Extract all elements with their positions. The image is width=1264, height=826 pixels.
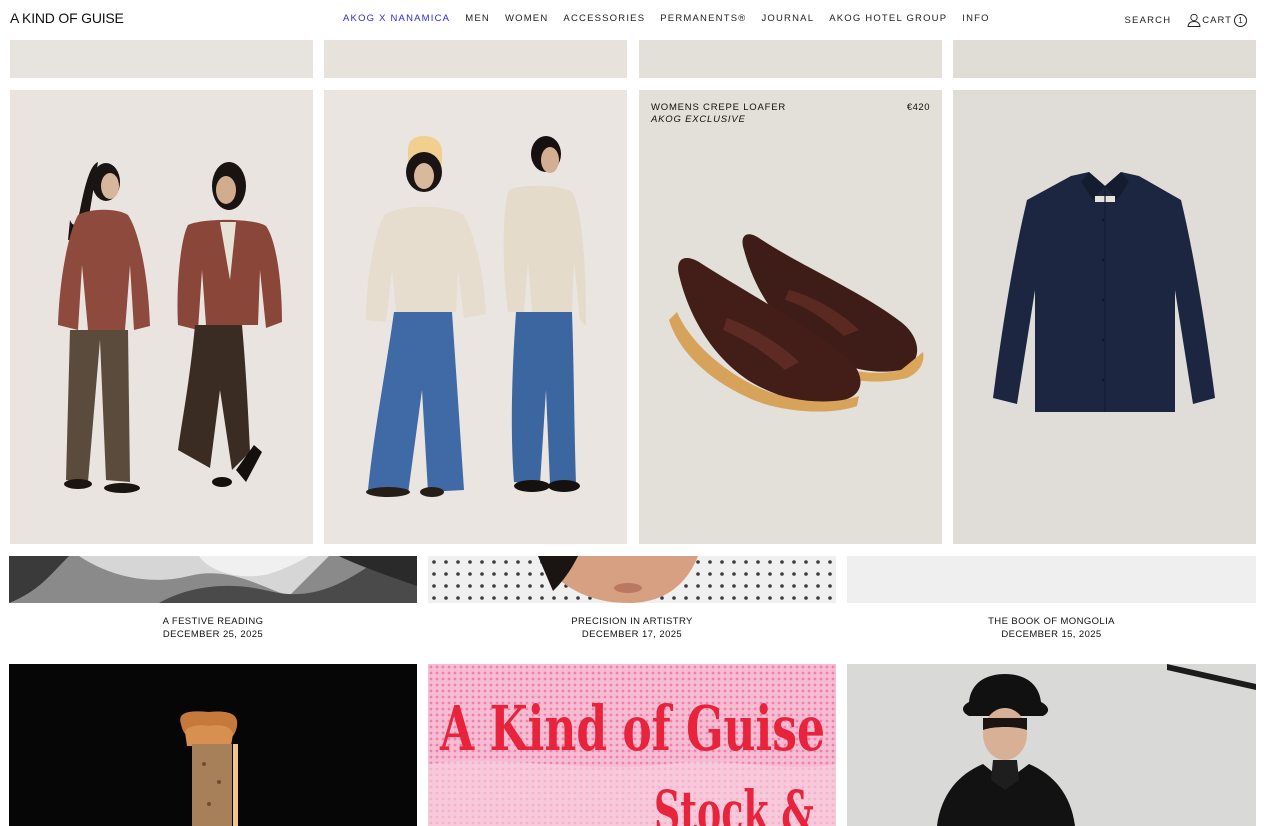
product-tile-partial[interactable] — [324, 40, 627, 78]
nav-item-journal[interactable]: JOURNAL — [761, 13, 814, 24]
models-denim-image — [366, 136, 586, 497]
cart-count-badge: 1 — [1234, 14, 1247, 27]
cart-button[interactable]: CART 1 — [1202, 13, 1247, 27]
navy-shirt-image — [993, 172, 1215, 412]
main-nav: AKOG X NANAMICA MEN WOMEN ACCESSORIES PE… — [343, 13, 1005, 24]
site-header: A KIND OF GUISE AKOG X NANAMICA MEN WOME… — [0, 0, 1264, 40]
nav-item-men[interactable]: MEN — [465, 13, 490, 24]
nav-item-women[interactable]: WOMEN — [505, 13, 548, 24]
header-actions: SEARCH CART 1 — [1125, 11, 1247, 27]
nav-item-akog-hotel-group[interactable]: AKOG HOTEL GROUP — [829, 13, 947, 24]
journal-image-stock-poster[interactable]: A Kind of Guise Stock & — [428, 664, 836, 826]
journal-image-book-of-mongolia[interactable] — [847, 556, 1256, 603]
journal-caption-festive-reading[interactable]: A FESTIVE READING DECEMBER 25, 2025 — [9, 615, 417, 641]
journal-caption-precision-in-artistry[interactable]: PRECISION IN ARTISTRY DECEMBER 17, 2025 — [428, 615, 836, 641]
journal-image-bottle[interactable] — [9, 664, 417, 826]
search-button[interactable]: SEARCH — [1125, 15, 1172, 26]
product-tile-partial[interactable] — [953, 40, 1256, 78]
site-logo[interactable]: A KIND OF GUISE — [10, 10, 124, 26]
user-icon[interactable] — [1187, 13, 1201, 27]
product-subtitle: AKOG EXCLUSIVE — [651, 114, 746, 125]
nav-item-info[interactable]: INFO — [962, 13, 990, 24]
product-name: WOMENS CREPE LOAFER — [651, 102, 787, 113]
journal-image-festive-reading[interactable] — [9, 556, 417, 603]
journal-date: DECEMBER 25, 2025 — [162, 629, 264, 640]
models-brown-image — [58, 162, 282, 493]
journal-image-model-bucket-hat[interactable] — [847, 664, 1256, 826]
journal-title: THE BOOK OF MONGOLIA — [988, 616, 1115, 627]
poster-line-1: A Kind of Guise — [439, 692, 825, 765]
product-tile-womens-crepe-loafer[interactable]: WOMENS CREPE LOAFER AKOG EXCLUSIVE €420 — [639, 90, 942, 544]
nav-item-accessories[interactable]: ACCESSORIES — [563, 13, 645, 24]
cart-label: CART — [1202, 15, 1232, 26]
product-tile-partial[interactable] — [639, 40, 942, 78]
product-tile-models-denim[interactable] — [324, 90, 627, 544]
journal-date: DECEMBER 17, 2025 — [581, 629, 683, 640]
nav-item-akog-x-nanamica[interactable]: AKOG X NANAMICA — [343, 13, 450, 24]
journal-caption-book-of-mongolia[interactable]: THE BOOK OF MONGOLIA DECEMBER 15, 2025 — [847, 615, 1256, 641]
product-price: €420 — [906, 102, 930, 113]
journal-title: PRECISION IN ARTISTRY — [571, 616, 693, 627]
nav-item-permanents[interactable]: PERMANENTS® — [660, 13, 746, 24]
journal-date: DECEMBER 15, 2025 — [1001, 629, 1102, 640]
product-name-block: WOMENS CREPE LOAFER AKOG EXCLUSIVE — [651, 102, 786, 126]
poster-line-2: Stock & — [654, 778, 814, 826]
product-tile-partial[interactable] — [10, 40, 313, 78]
product-tile-models-brown[interactable] — [10, 90, 313, 544]
product-tile-navy-shirt[interactable] — [953, 90, 1256, 544]
journal-image-precision-in-artistry[interactable] — [428, 556, 836, 603]
journal-title: A FESTIVE READING — [162, 616, 264, 627]
loafer-image — [669, 234, 924, 412]
